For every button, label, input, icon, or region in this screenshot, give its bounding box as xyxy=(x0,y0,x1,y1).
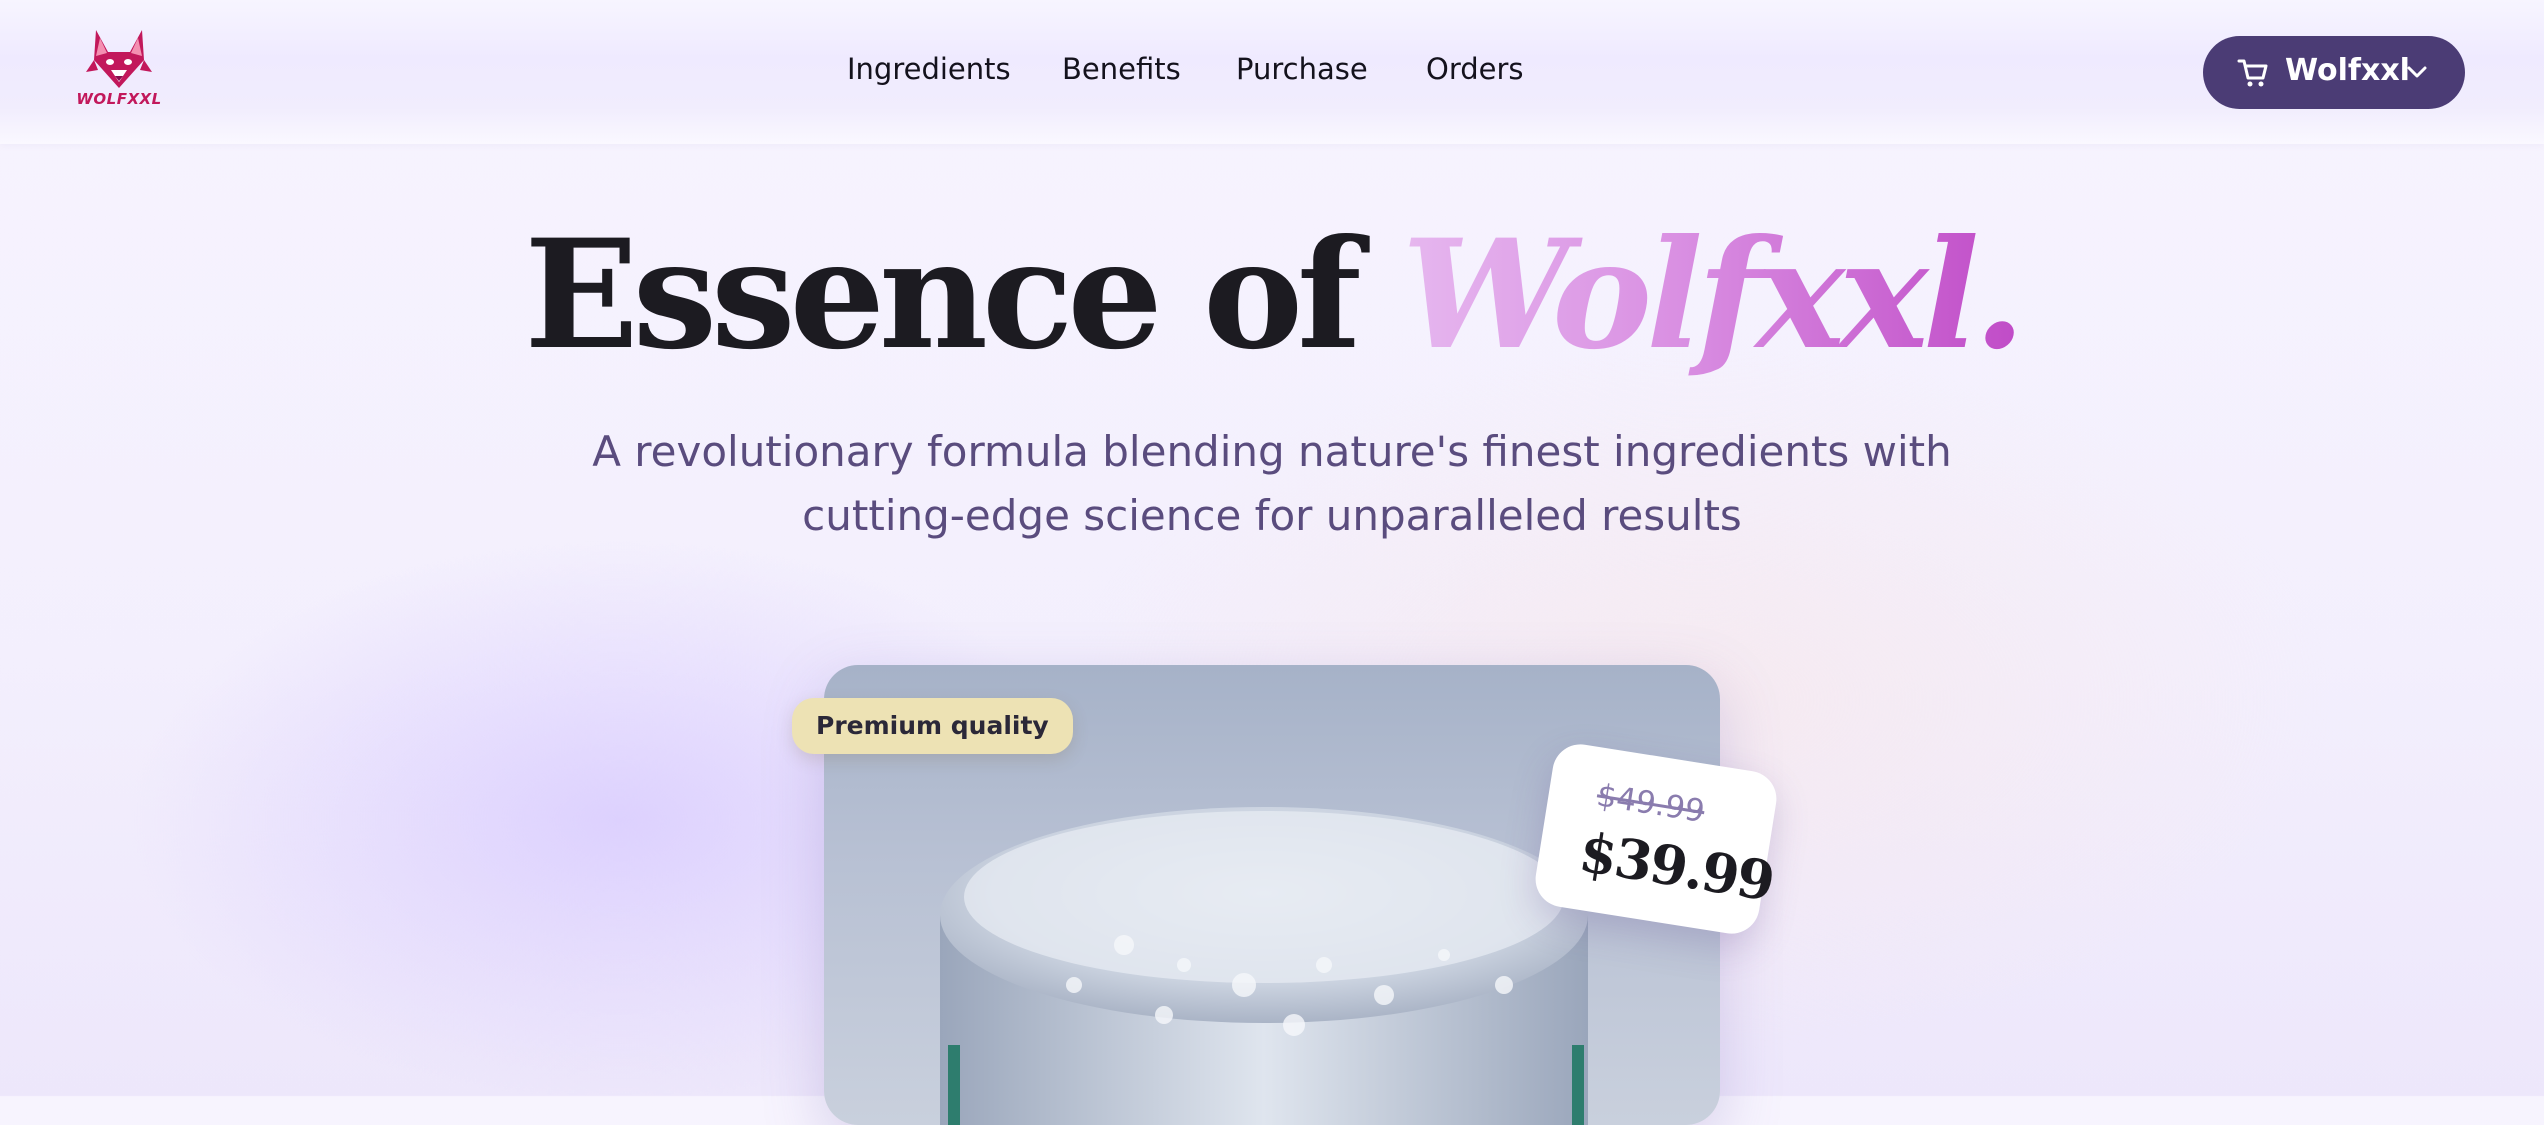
old-price: $49.99 xyxy=(1594,777,1708,830)
site-header: WOLFXXL Ingredients Benefits Purchase Or… xyxy=(0,0,2544,144)
main-nav: Ingredients Benefits Purchase Orders xyxy=(0,52,2544,96)
premium-quality-badge: Premium quality xyxy=(792,698,1073,754)
current-price: $39.99 xyxy=(1575,819,1778,914)
chevron-down-icon xyxy=(2407,66,2427,78)
hero-title: Essence of Wolfxxl. xyxy=(0,200,2544,390)
price-card: $49.99 $39.99 xyxy=(1531,740,1781,938)
cart-icon xyxy=(2237,59,2268,87)
cart-label: Wolfxxl xyxy=(2285,53,2410,88)
nav-item-ingredients[interactable]: Ingredients xyxy=(847,52,1011,86)
nav-item-purchase[interactable]: Purchase xyxy=(1236,52,1368,86)
nav-item-orders[interactable]: Orders xyxy=(1426,52,1524,86)
hero-subtitle: A revolutionary formula blending nature'… xyxy=(592,427,1952,540)
nav-item-benefits[interactable]: Benefits xyxy=(1062,52,1181,86)
cart-account-button[interactable]: Wolfxxl xyxy=(2203,36,2465,109)
hero-title-plain: Essence of xyxy=(524,207,1402,383)
hero-title-accent: Wolfxxl. xyxy=(1401,207,2026,383)
